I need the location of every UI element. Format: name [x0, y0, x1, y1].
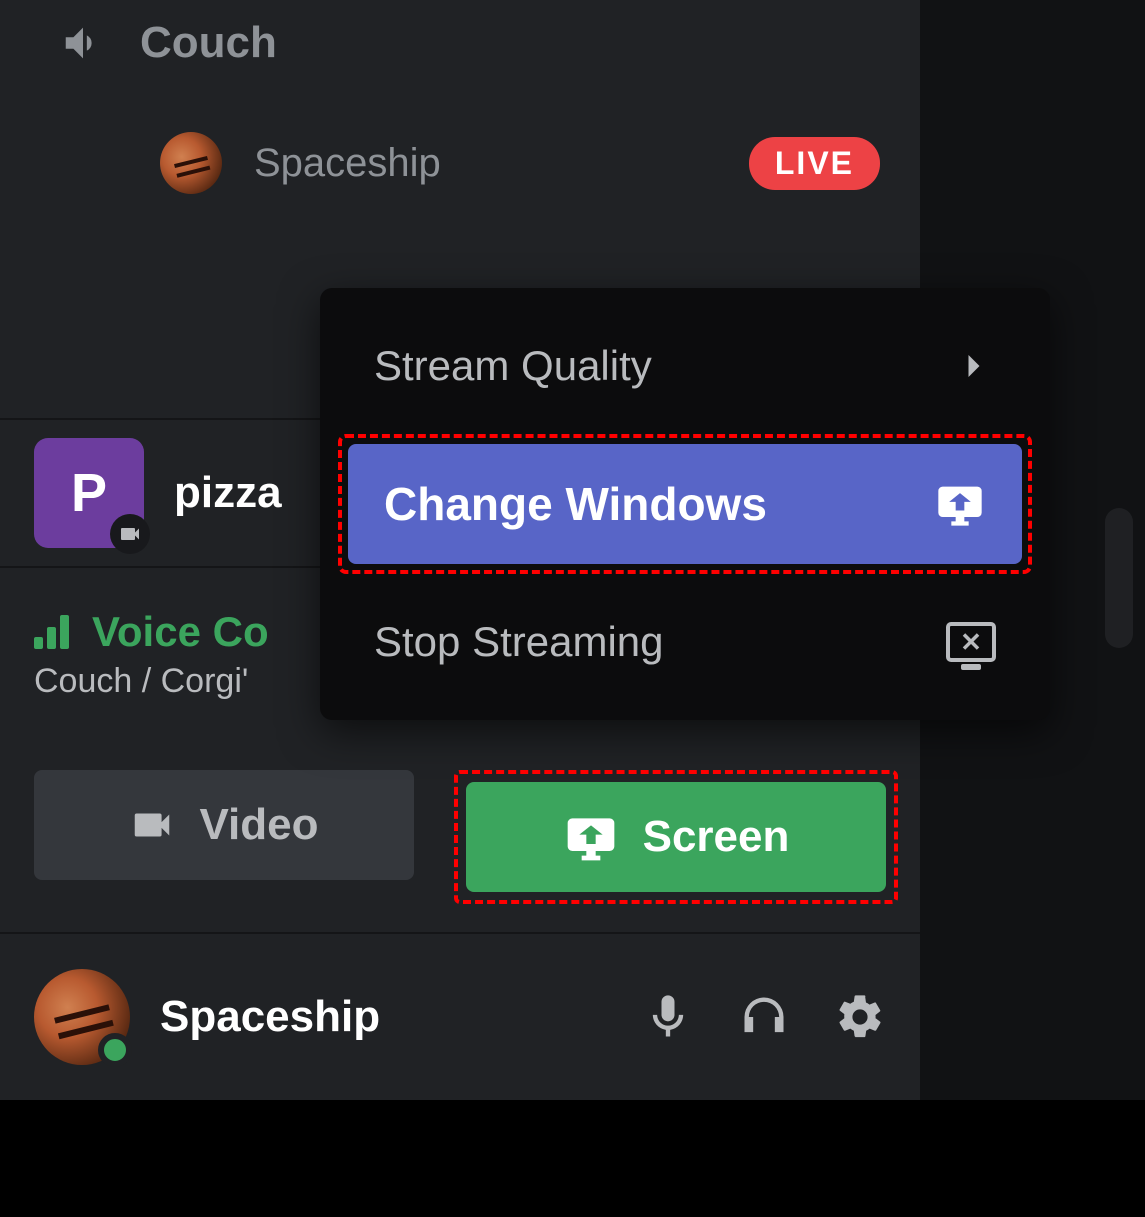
activity-tile-letter: P	[71, 462, 107, 524]
voice-connected-label: Voice Co	[92, 608, 269, 656]
screen-button[interactable]: Screen	[466, 782, 886, 892]
channel-member-row[interactable]: Spaceship LIVE	[0, 118, 920, 208]
video-button[interactable]: Video	[34, 770, 414, 880]
activity-label: pizza	[174, 468, 282, 518]
mute-mic-icon[interactable]	[642, 991, 694, 1043]
stop-stream-icon: ✕	[946, 622, 996, 662]
bottom-black-band	[0, 1100, 1145, 1217]
settings-gear-icon[interactable]	[834, 991, 886, 1043]
preview-handle	[1105, 508, 1133, 648]
menu-stop-streaming[interactable]: Stop Streaming ✕	[338, 590, 1032, 694]
activity-tile: P	[34, 438, 144, 548]
user-footer: Spaceship	[0, 932, 920, 1100]
screen-share-icon	[563, 809, 619, 865]
menu-change-windows-label: Change Windows	[384, 477, 767, 531]
deafen-headphones-icon[interactable]	[738, 991, 790, 1043]
online-status-icon	[98, 1033, 132, 1067]
camera-badge-icon	[110, 514, 150, 554]
voice-channel-name: Couch	[140, 18, 277, 68]
menu-change-windows[interactable]: Change Windows	[348, 444, 1022, 564]
screen-button-highlight: Screen	[454, 770, 898, 904]
user-avatar[interactable]	[34, 969, 130, 1065]
voice-connected-path: Couch / Corgi'	[34, 662, 269, 701]
share-screen-icon	[934, 478, 986, 530]
menu-stream-quality[interactable]: Stream Quality	[338, 314, 1032, 418]
video-icon	[129, 802, 175, 848]
voice-channel-row[interactable]: Couch	[0, 0, 920, 80]
video-button-label: Video	[199, 800, 318, 850]
menu-stop-streaming-label: Stop Streaming	[374, 618, 664, 666]
user-name: Spaceship	[160, 992, 380, 1042]
voice-connected-block: Voice Co Couch / Corgi'	[34, 608, 269, 701]
menu-change-windows-highlight: Change Windows	[338, 434, 1032, 574]
speaker-icon	[60, 20, 106, 66]
screen-button-label: Screen	[643, 812, 790, 862]
live-badge: LIVE	[749, 137, 880, 190]
stream-context-menu: Stream Quality Change Windows Stop Strea…	[320, 288, 1050, 720]
voice-action-buttons: Video Screen	[34, 770, 898, 904]
member-avatar	[160, 132, 222, 194]
chevron-right-icon	[952, 344, 996, 388]
signal-icon	[34, 615, 74, 649]
menu-stream-quality-label: Stream Quality	[374, 342, 652, 390]
member-name: Spaceship	[254, 141, 441, 186]
